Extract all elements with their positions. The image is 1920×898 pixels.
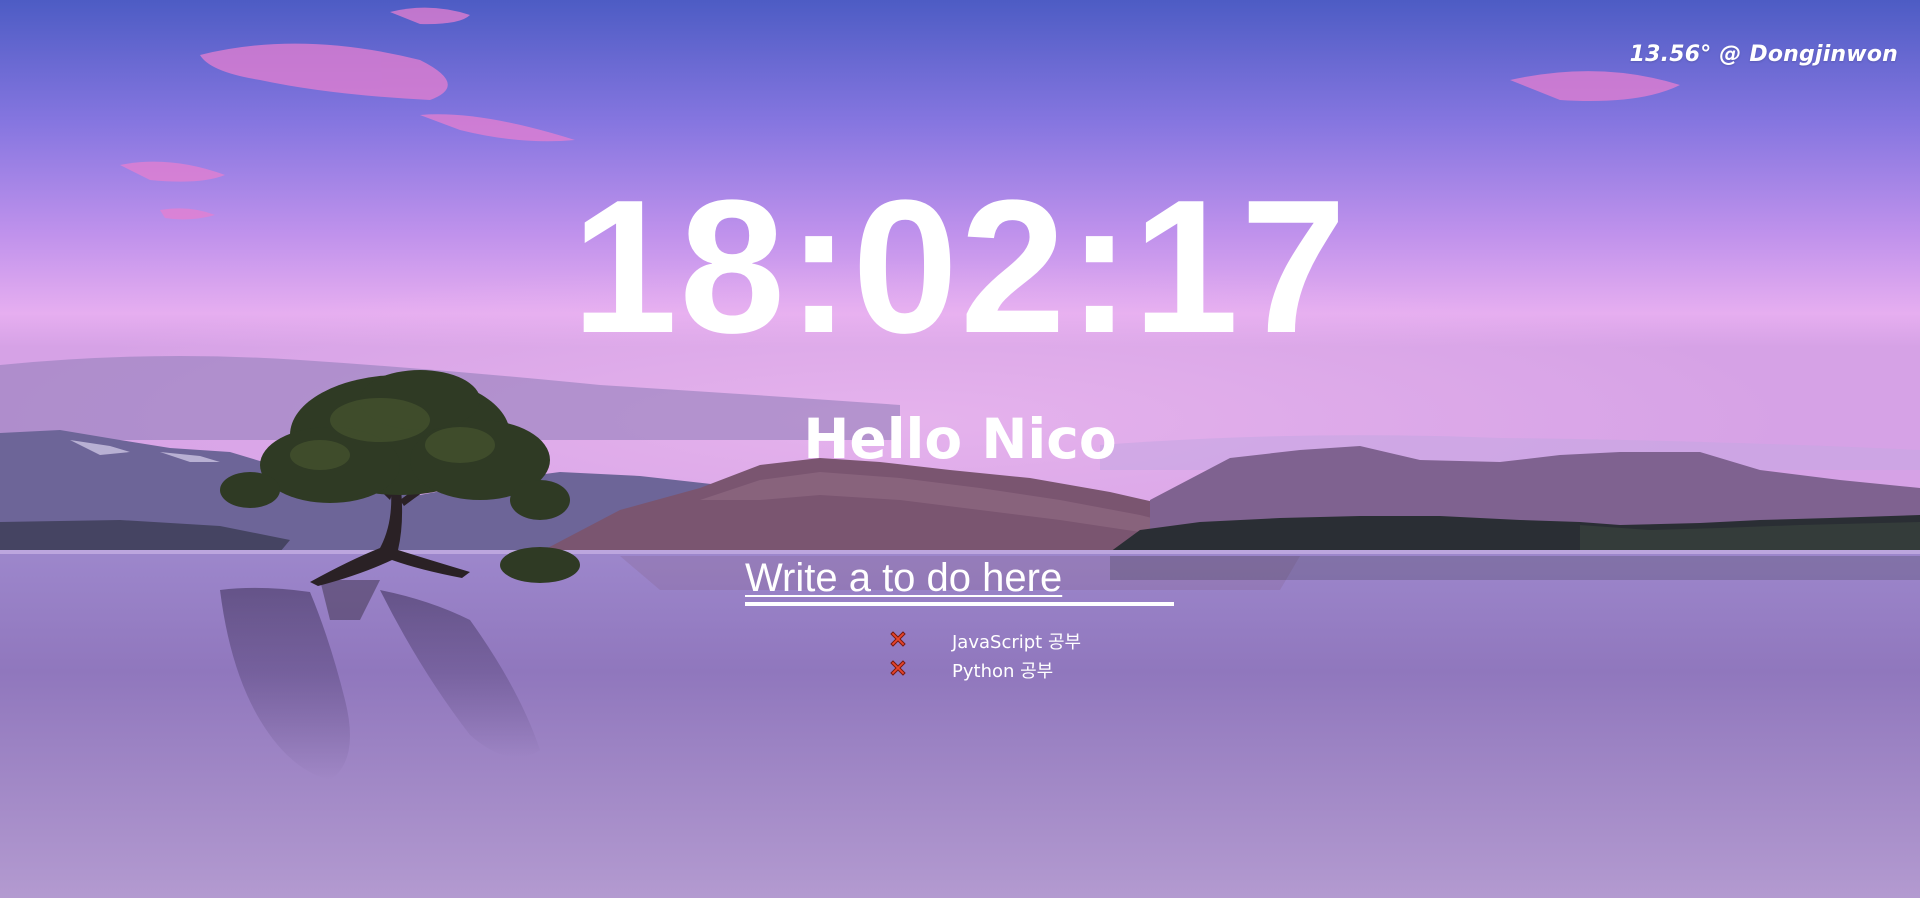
todo-item: JavaScript 공부 bbox=[886, 626, 1081, 655]
cross-mark-icon bbox=[888, 629, 908, 652]
todo-form bbox=[745, 556, 1174, 606]
todo-input[interactable] bbox=[745, 556, 1174, 606]
weather-location-text: 13.56° @ Dongjinwon bbox=[1629, 42, 1898, 67]
todo-list: JavaScript 공부 Python 공부 bbox=[886, 626, 1081, 684]
delete-todo-button[interactable] bbox=[886, 629, 910, 653]
todo-item-text: JavaScript 공부 bbox=[952, 631, 1082, 653]
clock-time: 18:02:17 bbox=[571, 161, 1349, 373]
delete-todo-button[interactable] bbox=[886, 658, 910, 682]
greeting-text: Hello Nico bbox=[803, 407, 1117, 471]
app-screen: 13.56° @ Dongjinwon 18:02:17 Hello Nico … bbox=[0, 0, 1920, 898]
todo-item-text: Python 공부 bbox=[952, 660, 1054, 682]
cross-mark-icon bbox=[888, 658, 908, 681]
todo-item: Python 공부 bbox=[886, 655, 1081, 684]
